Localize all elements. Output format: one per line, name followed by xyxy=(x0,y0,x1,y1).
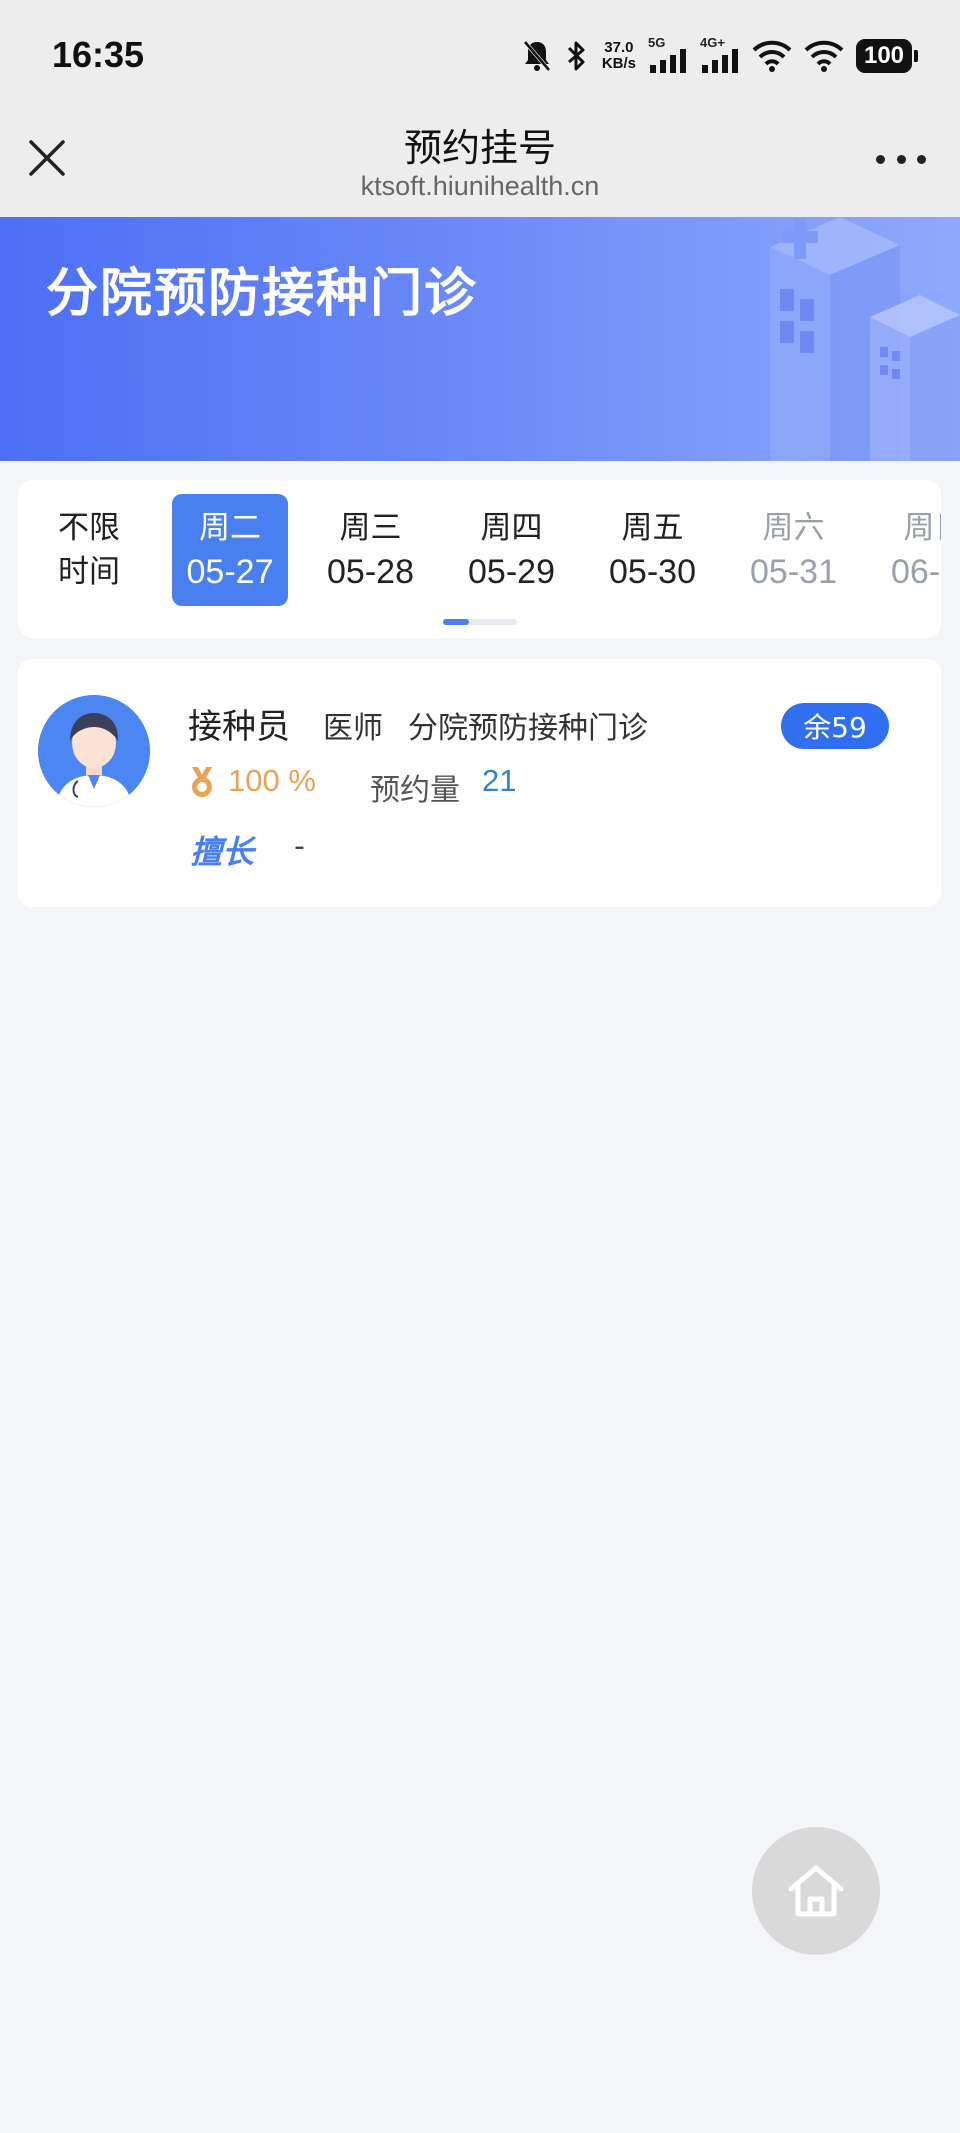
date-tab-date: 05-28 xyxy=(327,553,414,591)
date-tab-unavailable[interactable]: 周六 05-31 xyxy=(723,494,864,606)
date-tab[interactable]: 周五 05-30 xyxy=(582,494,723,606)
net-speed-unit: KB/s xyxy=(601,55,636,72)
status-time: 16:35 xyxy=(52,34,145,75)
nav-bar: 预约挂号 ktsoft.hiunihealth.cn xyxy=(0,115,960,217)
remaining-badge: 余59 xyxy=(781,703,889,749)
date-tab-weekday: 周四 xyxy=(480,510,543,546)
date-selector: 不限 时间 周二 05-27 周三 05-28 周四 05-29 周五 05-3… xyxy=(18,480,941,638)
doctor-avatar xyxy=(38,695,150,807)
date-tab-weekday: 周六 xyxy=(762,510,825,546)
doctor-card[interactable]: 接种员 医师 分院预防接种门诊 余59 100 % 预约量 21 擅长 - xyxy=(18,659,941,907)
date-tab-unavailable[interactable]: 周日 06-01 xyxy=(864,494,941,606)
date-scroll-thumb xyxy=(443,619,469,625)
signal-label-2: 4G+ xyxy=(700,35,725,50)
date-tab-any-line2: 时间 xyxy=(58,554,120,590)
medal-icon xyxy=(192,767,212,797)
date-tab-date: 06-01 xyxy=(891,553,941,591)
date-tab-weekday: 周三 xyxy=(339,510,402,546)
signal-icon-2: 4G+ xyxy=(700,35,740,73)
date-scroll-indicator xyxy=(443,619,517,625)
net-speed: 37.0 KB/s xyxy=(602,40,636,72)
date-tab-weekday: 周日 xyxy=(903,510,942,546)
date-tab[interactable]: 周四 05-29 xyxy=(441,494,582,606)
home-button[interactable] xyxy=(752,1827,880,1955)
doctor-title: 医师 xyxy=(323,711,383,746)
appointment-label: 预约量 xyxy=(370,773,460,808)
date-tab-date: 05-30 xyxy=(609,553,696,591)
hospital-building-icon xyxy=(770,217,960,461)
clinic-banner: 分院预防接种门诊 xyxy=(0,217,960,461)
doctor-name: 接种员 xyxy=(188,707,290,747)
more-options-button[interactable] xyxy=(876,147,926,171)
page-title: 预约挂号 xyxy=(403,126,556,170)
more-dot-icon xyxy=(917,154,926,164)
more-dot-icon xyxy=(896,154,906,164)
wifi-icon-2 xyxy=(804,40,844,72)
signal-icon: 5G xyxy=(648,35,688,73)
date-tab-weekday: 周五 xyxy=(621,510,684,546)
date-tab-weekday: 周二 xyxy=(199,510,261,546)
date-tab[interactable]: 周三 05-28 xyxy=(300,494,441,606)
status-bar: 16:35 37.0 KB/s 5G 4G+ 100 xyxy=(0,0,960,115)
date-tab-any-time[interactable]: 不限 时间 xyxy=(18,494,160,606)
signal-label: 5G xyxy=(648,35,666,50)
battery-icon: 100 xyxy=(856,39,918,73)
date-tab-date: 05-29 xyxy=(468,553,555,591)
date-tab-selected[interactable]: 周二 05-27 xyxy=(172,494,288,606)
date-tabs: 不限 时间 周二 05-27 周三 05-28 周四 05-29 周五 05-3… xyxy=(18,494,941,606)
doctor-department: 分院预防接种门诊 xyxy=(408,711,648,746)
date-tab-date: 05-31 xyxy=(750,553,837,591)
clinic-title: 分院预防接种门诊 xyxy=(46,264,479,324)
bluetooth-icon xyxy=(567,41,585,71)
home-icon xyxy=(788,1865,844,1917)
date-tab-date: 05-27 xyxy=(186,553,274,591)
appointment-count: 21 xyxy=(482,763,517,798)
date-tab-any-line1: 不限 xyxy=(58,510,120,546)
specialty-label: 擅长 xyxy=(190,833,255,871)
mute-icon xyxy=(523,40,551,72)
page-url: ktsoft.hiunihealth.cn xyxy=(360,171,600,201)
more-dot-icon xyxy=(876,154,885,164)
specialty-value: - xyxy=(294,829,305,864)
satisfaction-rate: 100 % xyxy=(228,763,316,798)
wifi-icon xyxy=(752,40,792,72)
status-icons: 37.0 KB/s 5G 4G+ 100 xyxy=(522,34,918,78)
net-speed-value: 37.0 xyxy=(604,39,634,56)
